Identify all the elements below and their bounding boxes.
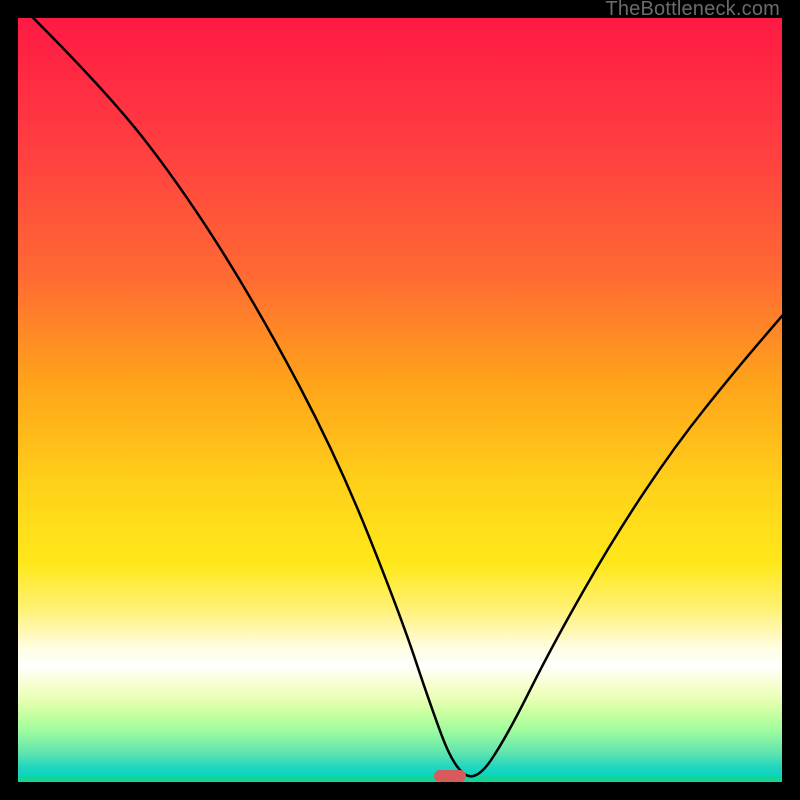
optimal-marker — [434, 770, 466, 782]
chart-frame: TheBottleneck.com — [0, 0, 800, 800]
curve-line — [18, 18, 782, 782]
plot-area — [18, 18, 782, 782]
